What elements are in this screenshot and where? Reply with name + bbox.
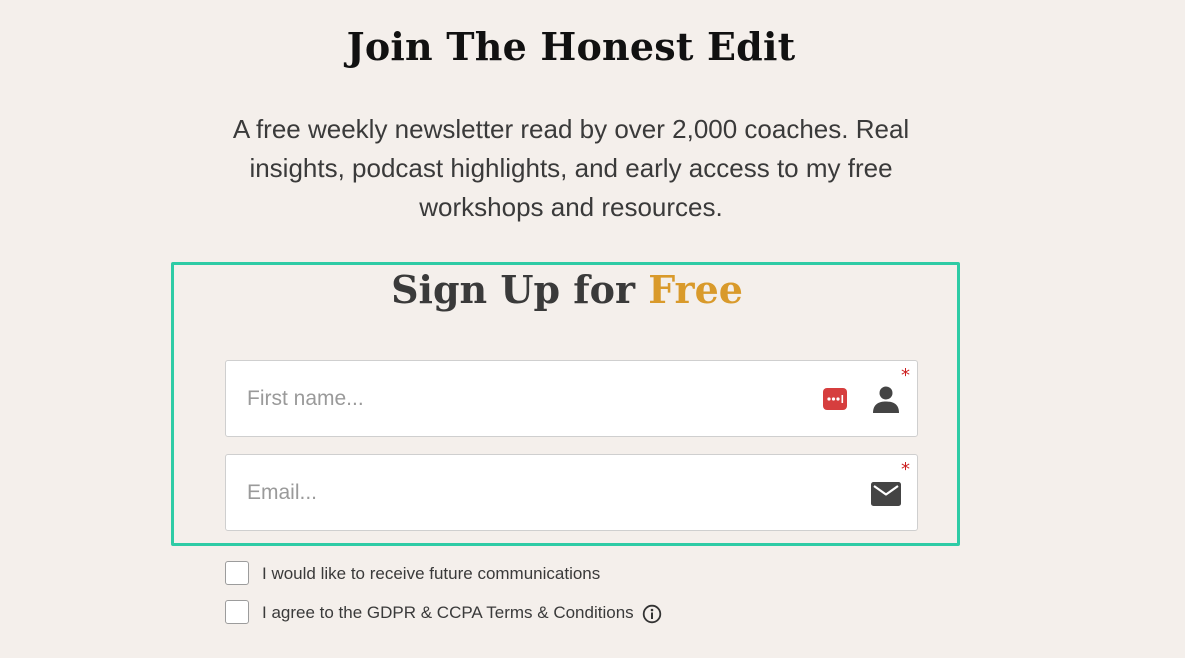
required-asterisk: * xyxy=(901,459,910,480)
gdpr-checkbox[interactable] xyxy=(225,600,249,624)
page-title: Join The Honest Edit xyxy=(346,24,796,69)
first-name-field[interactable]: * xyxy=(225,360,918,437)
form-heading-accent: Free xyxy=(648,267,743,312)
form-heading-main: Sign Up for xyxy=(391,267,649,312)
communications-label[interactable]: I would like to receive future communica… xyxy=(262,564,600,584)
mail-icon xyxy=(871,482,901,511)
email-input[interactable] xyxy=(247,455,807,530)
form-heading: Sign Up for Free xyxy=(171,267,963,312)
first-name-input[interactable] xyxy=(247,361,807,436)
password-manager-icon[interactable] xyxy=(823,388,847,410)
communications-checkbox[interactable] xyxy=(225,561,249,585)
required-asterisk: * xyxy=(901,365,910,386)
user-icon xyxy=(871,384,901,419)
gdpr-label[interactable]: I agree to the GDPR & CCPA Terms & Condi… xyxy=(262,603,634,623)
email-field[interactable]: * xyxy=(225,454,918,531)
newsletter-description: A free weekly newsletter read by over 2,… xyxy=(232,114,910,222)
info-icon[interactable] xyxy=(642,604,662,629)
